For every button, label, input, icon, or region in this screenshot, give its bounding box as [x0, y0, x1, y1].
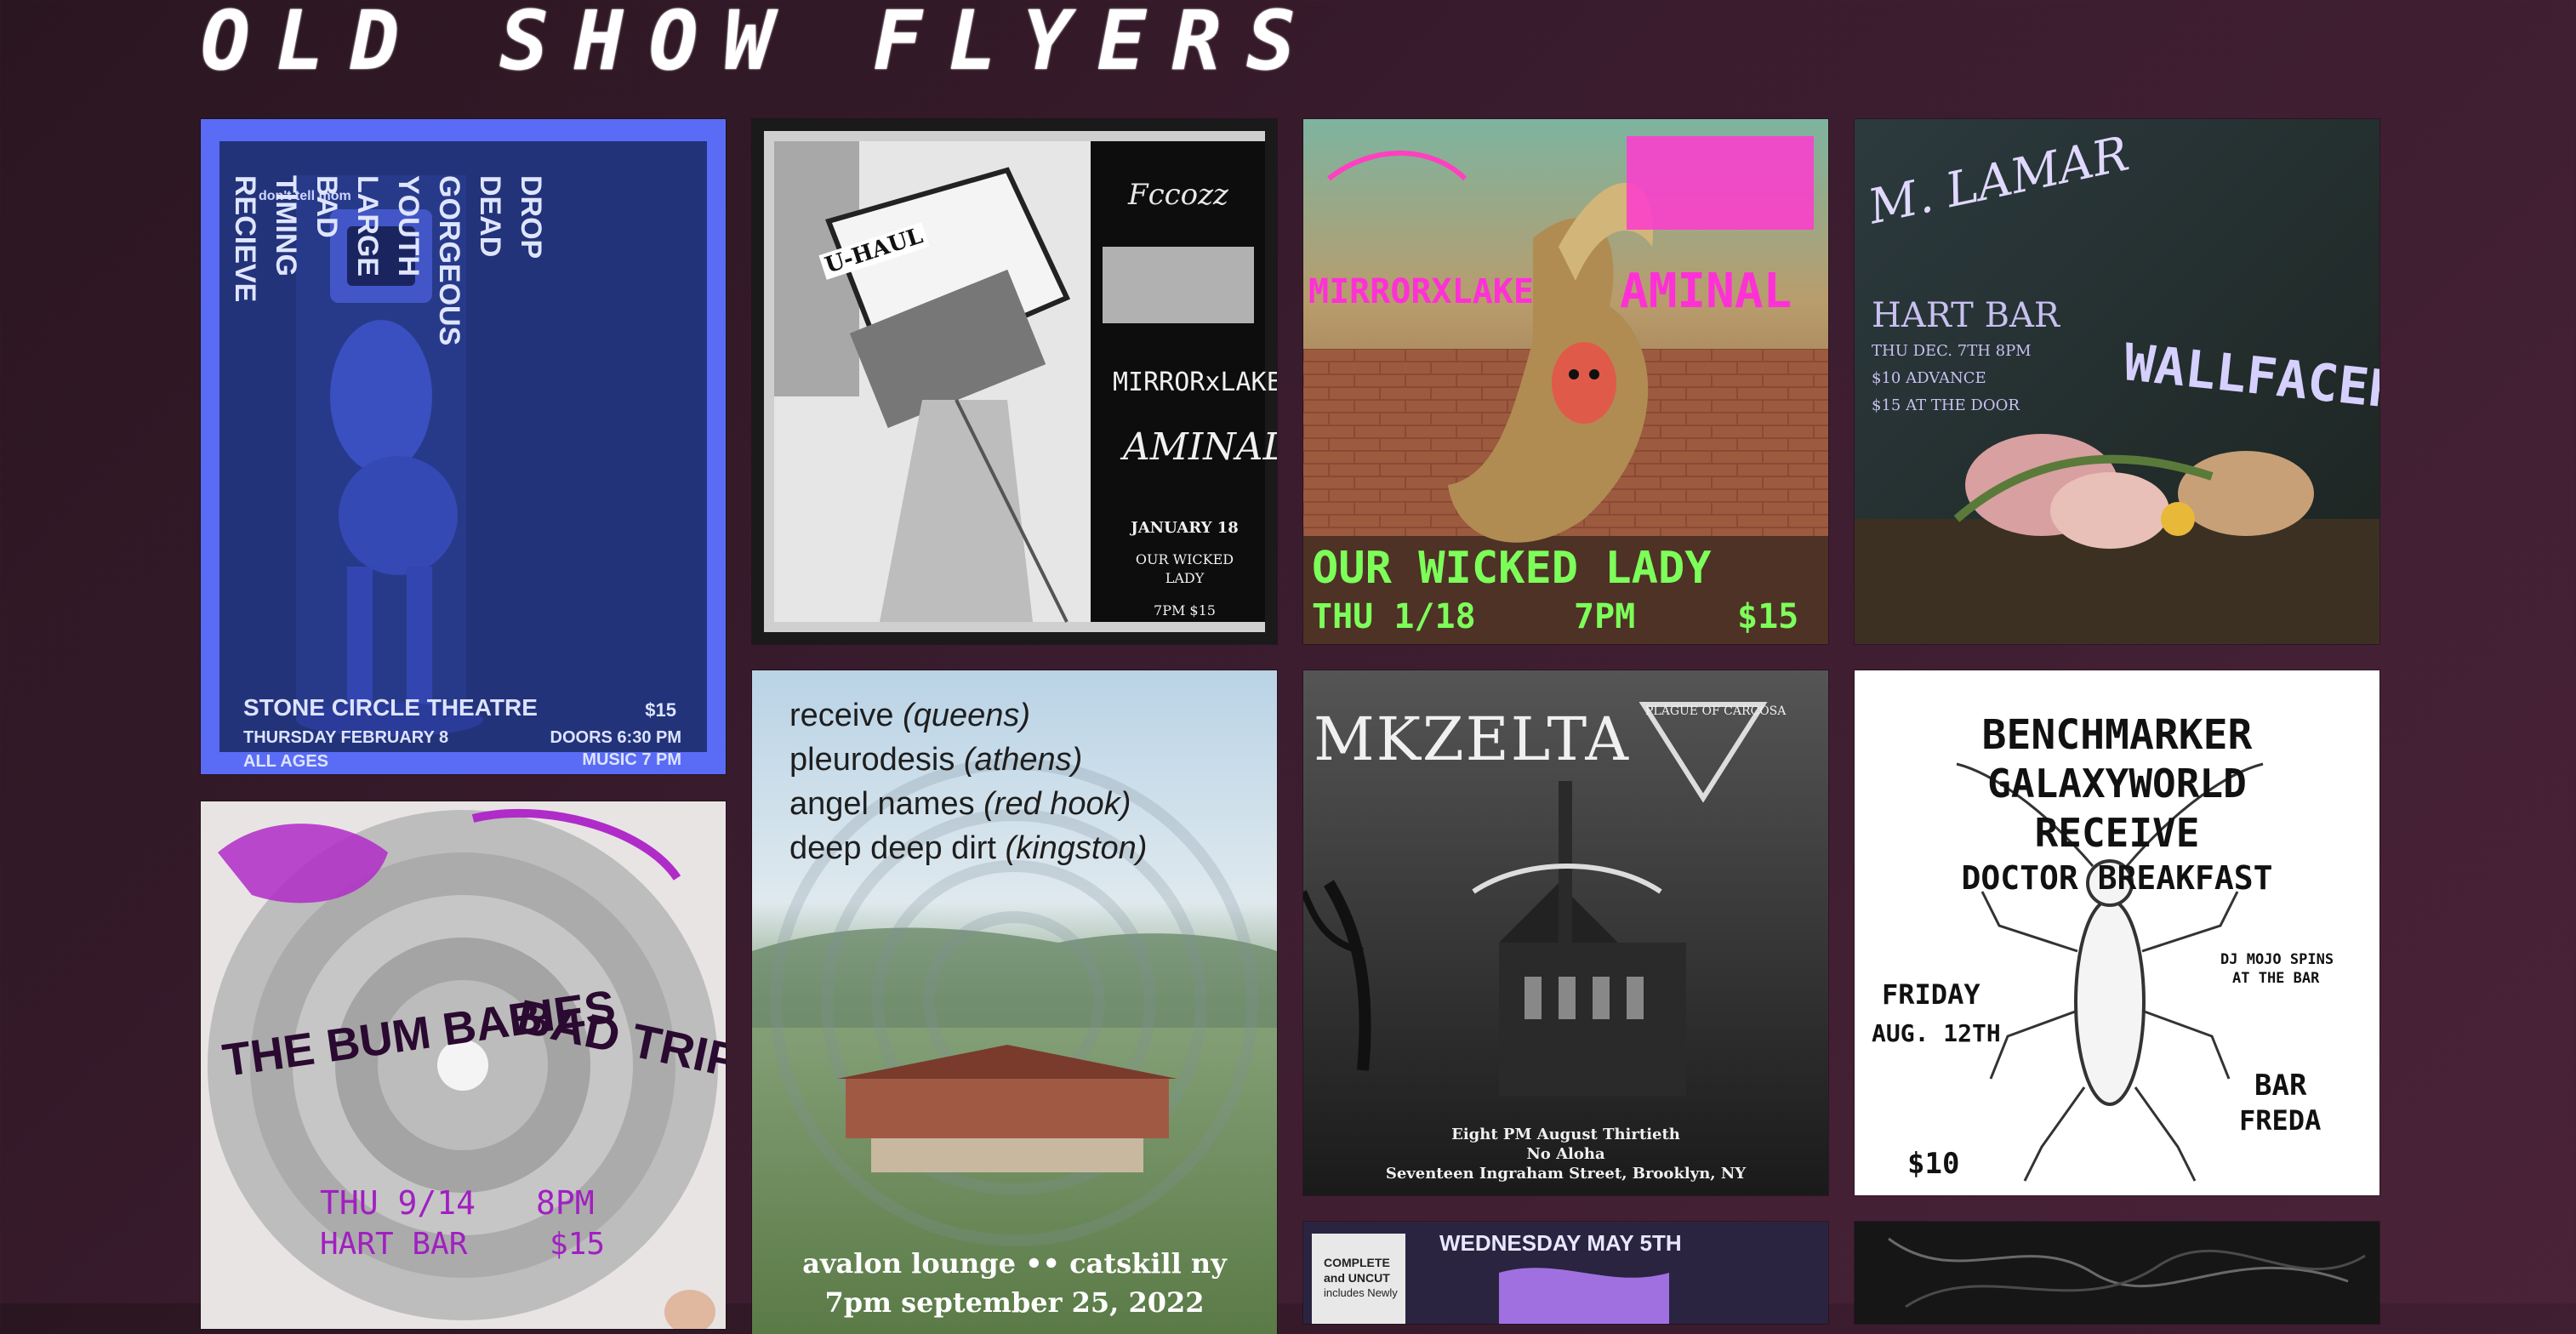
- band-name: YOUTH LARGE: [351, 175, 425, 276]
- flyer-venue: STONE CIRCLE THEATRE: [243, 694, 538, 721]
- flyer-date: WEDNESDAY MAY 5TH: [1439, 1230, 1682, 1256]
- band-name: MIRRORxLAKE: [1113, 368, 1277, 397]
- flyer-advance: $10 ADVANCE: [1872, 369, 1986, 387]
- flyer-time: 8PM: [536, 1184, 595, 1222]
- band-name: MKZELTA: [1314, 704, 1630, 774]
- svg-text:Fccozz: Fccozz: [1127, 178, 1229, 212]
- flyer-date: FRIDAY: [1882, 978, 1980, 1011]
- flyer-line: Eight PM August Thirtieth: [1451, 1126, 1680, 1143]
- flyer-card[interactable]: BENCHMARKER GALAXYWORLD RECEIVE DOCTOR B…: [1855, 670, 2379, 1195]
- flyer-date: THU DEC. 7TH 8PM: [1872, 342, 2032, 360]
- flyer-date: THURSDAY FEBRUARY 8: [243, 728, 449, 747]
- band-city: (kingston): [1005, 830, 1148, 866]
- band-name: receive: [789, 698, 894, 733]
- flyer-door: $15 AT THE DOOR: [1872, 396, 2020, 414]
- flyer-ages: ALL AGES: [243, 752, 329, 771]
- flyer-venue: OUR WICKED LADY: [1312, 543, 1712, 594]
- band-name: angel names: [789, 786, 975, 822]
- flyer-venue: LADY: [1165, 570, 1205, 586]
- band-name: deep deep dirt: [789, 830, 996, 866]
- flyer-venue: FREDA: [2239, 1104, 2322, 1137]
- flyer-date: THU 1/18: [1312, 597, 1476, 636]
- flyer-line: Seventeen Ingraham Street, Brooklyn, NY: [1385, 1165, 1747, 1183]
- flyer-card[interactable]: Fccozz U-HAUL MIRRORxLAKE AMINAL JANUARY…: [752, 119, 1277, 644]
- band-name: AMINAL: [1123, 425, 1277, 469]
- flyer-price: $10: [1907, 1147, 1960, 1181]
- flyer-card[interactable]: THE BUM BABIES BAD TRIPS THU 9/14 8PM HA…: [201, 801, 726, 1329]
- band-name: PLAGUE OF CARCOSA: [1645, 704, 1787, 718]
- flyer-dj: DJ MOJO SPINS: [2220, 951, 2334, 968]
- lineup-row: receive (queens): [789, 698, 1030, 734]
- flyer-doors: DOORS 6:30 PM: [550, 728, 681, 747]
- flyer-dj: AT THE BAR: [2232, 970, 2320, 987]
- band-name: MIRRORXLAKE: [1308, 272, 1534, 311]
- flyer-price: $15: [1737, 597, 1799, 636]
- band-name: BENCHMARKER: [1981, 711, 2253, 759]
- lineup-row: pleurodesis (athens): [789, 742, 1082, 778]
- flyer-date: AUG. 12TH: [1872, 1019, 2001, 1047]
- flyer-card[interactable]: [1855, 1222, 2379, 1324]
- flyer-card[interactable]: receive (queens) pleurodesis (athens) an…: [752, 670, 1277, 1334]
- band-list: DROP DEAD GORGEOUS YOUTH LARGE BAD TIMIN…: [225, 175, 551, 345]
- flyer-venue: OUR WICKED: [1135, 551, 1234, 567]
- band-city: (athens): [963, 742, 1083, 778]
- band-name: BAD TIMING: [270, 175, 343, 276]
- flyer-image: don't tell mom DROP DEAD GORGEOUS YOUTH …: [219, 141, 707, 771]
- flyer-venue: HART BAR: [320, 1227, 468, 1262]
- flyer-badge: COMPLETE: [1324, 1256, 1390, 1269]
- flyer-badge: and UNCUT: [1324, 1271, 1390, 1285]
- band-name: GALAXYWORLD: [1987, 761, 2247, 807]
- flyer-venue: BAR: [2254, 1069, 2307, 1103]
- band-name: RECIEVE: [229, 175, 261, 303]
- flyer-date: THU 9/14: [320, 1184, 476, 1222]
- flyer-price: $15: [645, 699, 676, 721]
- flyer-card[interactable]: WEDNESDAY MAY 5TH COMPLETE and UNCUT inc…: [1303, 1222, 1828, 1324]
- band-name: pleurodesis: [789, 742, 955, 778]
- band-city: (queens): [903, 698, 1031, 733]
- flyer-card[interactable]: don't tell mom DROP DEAD GORGEOUS YOUTH …: [201, 119, 726, 774]
- flyer-time: 7PM: [1574, 597, 1636, 636]
- flyer-footer: avalon lounge •• catskill ny: [802, 1247, 1227, 1280]
- band-name: DROP DEAD GORGEOUS: [433, 175, 547, 346]
- band-city: (red hook): [983, 786, 1131, 822]
- lineup-row: deep deep dirt (kingston): [789, 830, 1147, 867]
- flyer-music: MUSIC 7 PM: [582, 750, 681, 769]
- band-name: AMINAL: [1620, 264, 1792, 319]
- flyer-card[interactable]: MIRRORXLAKE AMINAL OUR WICKED LADY THU 1…: [1303, 119, 1828, 644]
- band-name: RECEIVE: [2034, 810, 2200, 856]
- flyer-time-price: 7PM $15: [1154, 602, 1216, 619]
- flyer-card[interactable]: M. LAMAR WALLFACER HART BAR THU DEC. 7TH…: [1855, 119, 2379, 644]
- flyer-date: JANUARY 18: [1131, 519, 1239, 537]
- flyer-footer-date: 7pm september 25, 2022: [824, 1286, 1205, 1319]
- flyer-price: $15: [550, 1227, 606, 1262]
- page-title: OLD SHOW FLYERS: [201, 0, 1321, 88]
- flyer-line: No Aloha: [1526, 1145, 1605, 1163]
- flyer-badge: includes Newly: [1324, 1286, 1398, 1299]
- flyer-venue: HART BAR: [1872, 296, 2060, 335]
- flyer-artwork: [1855, 1222, 2379, 1324]
- lineup-row: angel names (red hook): [789, 786, 1131, 823]
- flyer-card[interactable]: MKZELTA PLAGUE OF CARCOSA Eight PM Augus…: [1303, 670, 1828, 1195]
- band-name: DOCTOR BREAKFAST: [1961, 859, 2273, 897]
